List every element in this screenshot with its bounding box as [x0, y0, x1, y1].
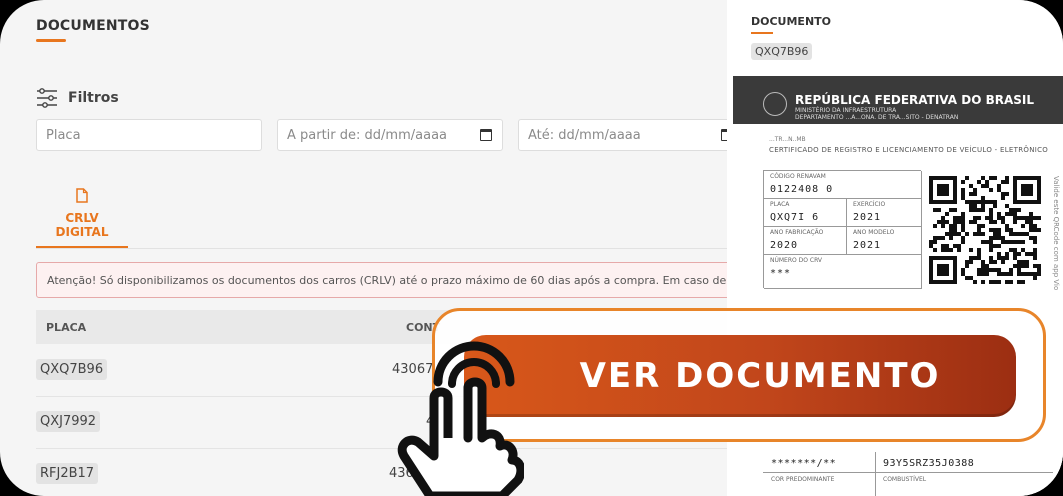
crlv-certificate-title: CERTIFICADO DE REGISTRO E LICENCIAMENTO … [769, 146, 1049, 154]
to-date-input[interactable]: Até: dd/mm/aaaa [518, 119, 744, 151]
crlv-ministry-line: MINISTÉRIO DA INFRAESTRUTURA [795, 107, 897, 114]
sliders-icon [37, 88, 57, 108]
qr-caption: Valide este QRCode com app Vio [1052, 176, 1060, 291]
crlv-republic: REPÚBLICA FEDERATIVA DO BRASIL [795, 93, 1035, 107]
field-label: COR PREDOMINANTE [771, 476, 835, 483]
view-document-button[interactable]: VER DOCUMENTO [464, 335, 1016, 417]
divider [875, 452, 876, 496]
field-value: *******/** [771, 458, 837, 469]
field-label: CÓDIGO RENAVAM [770, 173, 826, 180]
field-label: COMBUSTÍVEL [883, 476, 927, 483]
field-renavam: CÓDIGO RENAVAM 0122408 0 [764, 171, 922, 199]
document-plate-badge: QXQ7B96 [751, 43, 813, 60]
field-value: *** [770, 268, 792, 279]
qr-code-icon [929, 176, 1041, 284]
field-crv-number: NÚMERO DO CRV *** [764, 255, 922, 289]
divider [763, 472, 1053, 473]
from-date-input[interactable]: A partir de: dd/mm/aaaa [277, 119, 503, 151]
brazil-emblem-icon [763, 92, 787, 116]
screen-frame: DOCUMENTOS Filtros Placa A partir de: dd… [0, 0, 1063, 496]
crlv-header: REPÚBLICA FEDERATIVA DO BRASIL MINISTÉRI… [733, 76, 1063, 124]
field-value: QXQ7I 6 [770, 212, 820, 223]
field-model-year: ANO MODELO 2021 [847, 227, 922, 255]
calendar-icon[interactable] [480, 129, 492, 141]
from-date-label: A partir de: [287, 127, 361, 143]
alert-banner: Atenção! Só disponibilizamos os document… [36, 262, 756, 298]
tab-label-line1: CRLV [65, 211, 99, 225]
field-label: NÚMERO DO CRV [770, 257, 823, 264]
tap-hand-icon [397, 341, 524, 496]
field-value: 0122408 0 [770, 184, 834, 195]
to-date-placeholder: dd/mm/aaaa [558, 127, 641, 143]
field-value: 2021 [853, 212, 882, 223]
crlv-field-grid: CÓDIGO RENAVAM 0122408 0 PLACA QXQ7I 6 E… [763, 170, 922, 289]
table-row[interactable]: RFJ2B17 4362 [36, 449, 736, 496]
title-underline [36, 39, 66, 42]
field-value: 93Y5SRZ35J0388 [883, 458, 975, 469]
field-label: ANO MODELO [853, 229, 895, 236]
tab-crlv-digital[interactable]: CRLV DIGITAL [36, 188, 128, 239]
document-icon [76, 188, 88, 203]
field-label: PLACA [770, 201, 790, 208]
filters-header[interactable]: Filtros [36, 88, 119, 108]
plate-input[interactable]: Placa [36, 119, 262, 151]
field-plate: PLACA QXQ7I 6 [764, 199, 847, 227]
view-document-label: VER DOCUMENTO [579, 356, 941, 396]
crlv-ministry: MINISTÉRIO DA INFRAESTRUTURA DEPARTAMENT… [795, 107, 958, 121]
from-date-placeholder: dd/mm/aaaa [364, 127, 448, 143]
field-exercise: EXERCÍCIO 2021 [847, 199, 922, 227]
plate-placeholder: Placa [46, 127, 81, 143]
crlv-sub-label: ...TR...N..MB [769, 136, 806, 143]
field-value: 2021 [853, 240, 882, 251]
filters-label: Filtros [68, 90, 119, 106]
tab-divider [36, 248, 736, 249]
field-manufacture-year: ANO FABRICAÇÃO 2020 [764, 227, 847, 255]
plate-badge: RFJ2B17 [36, 463, 99, 484]
page-title: DOCUMENTOS [36, 18, 150, 34]
column-header-plate: PLACA [46, 321, 87, 334]
document-title-underline [751, 32, 773, 34]
field-label: EXERCÍCIO [853, 201, 886, 208]
field-value: 2020 [770, 240, 799, 251]
crlv-bottom-fields: *******/** 93Y5SRZ35J0388 COR PREDOMINAN… [763, 452, 1053, 496]
tab-label-line2: DIGITAL [55, 225, 109, 239]
to-date-label: Até: [528, 127, 555, 143]
crlv-department-line: DEPARTAMENTO ...A...ONA. DE TRA...SITO -… [795, 114, 959, 121]
plate-badge: QXJ7992 [36, 411, 101, 432]
plate-badge: QXQ7B96 [36, 359, 108, 380]
field-label: ANO FABRICAÇÃO [770, 229, 824, 236]
document-panel-title: DOCUMENTO [751, 15, 832, 28]
